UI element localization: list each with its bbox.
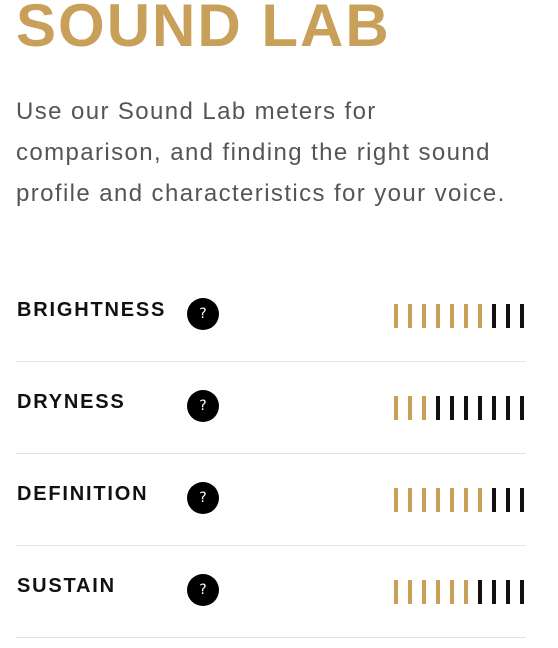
meter-list: BRIGHTNESS ? DRYNESS ? DEFINITION ? SUST… [16,270,526,638]
meter-bar-filled [422,488,426,512]
help-icon[interactable]: ? [187,482,219,514]
meter-bar-filled [408,304,412,328]
level-meter [394,304,524,328]
help-icon[interactable]: ? [187,298,219,330]
meter-row-dryness: DRYNESS ? [16,362,526,454]
meter-bar-empty [506,580,510,604]
meter-bar-empty [478,580,482,604]
meter-bar-empty [492,488,496,512]
meter-bar-empty [478,396,482,420]
meter-bar-empty [492,580,496,604]
meter-bar-filled [394,304,398,328]
meter-bar-filled [422,304,426,328]
meter-bar-filled [478,488,482,512]
meter-bar-empty [506,396,510,420]
meter-bar-filled [450,488,454,512]
meter-bar-empty [520,488,524,512]
meter-bar-empty [520,396,524,420]
meter-bar-empty [436,396,440,420]
meter-bar-filled [436,580,440,604]
meter-row-brightness: BRIGHTNESS ? [16,270,526,362]
meter-bar-filled [450,580,454,604]
meter-bar-empty [520,580,524,604]
meter-bar-filled [408,396,412,420]
meter-bar-empty [464,396,468,420]
meter-bar-filled [394,488,398,512]
meter-label-definition: DEFINITION [17,483,149,505]
meter-bar-filled [422,396,426,420]
help-icon[interactable]: ? [187,574,219,606]
level-meter [394,396,524,420]
meter-bar-filled [436,488,440,512]
meter-label-brightness: BRIGHTNESS [17,299,167,321]
level-meter [394,488,524,512]
meter-bar-filled [394,396,398,420]
meter-row-sustain: SUSTAIN ? [16,546,526,638]
help-icon[interactable]: ? [187,390,219,422]
meter-bar-filled [436,304,440,328]
meter-label-sustain: SUSTAIN [17,575,116,597]
meter-bar-filled [450,304,454,328]
meter-bar-empty [492,304,496,328]
meter-bar-filled [408,488,412,512]
meter-bar-filled [464,488,468,512]
meter-bar-filled [478,304,482,328]
meter-bar-empty [492,396,496,420]
meter-bar-filled [422,580,426,604]
sound-lab-section: SOUND LAB Use our Sound Lab meters for c… [16,0,526,638]
level-meter [394,580,524,604]
meter-bar-filled [464,580,468,604]
page-title: SOUND LAB [16,0,391,59]
meter-bar-empty [506,304,510,328]
meter-bar-empty [520,304,524,328]
meter-bar-empty [506,488,510,512]
meter-row-definition: DEFINITION ? [16,454,526,546]
meter-bar-empty [450,396,454,420]
meter-bar-filled [408,580,412,604]
meter-bar-filled [394,580,398,604]
intro-text: Use our Sound Lab meters for comparison,… [16,98,506,207]
meter-bar-filled [464,304,468,328]
meter-label-dryness: DRYNESS [17,391,126,413]
